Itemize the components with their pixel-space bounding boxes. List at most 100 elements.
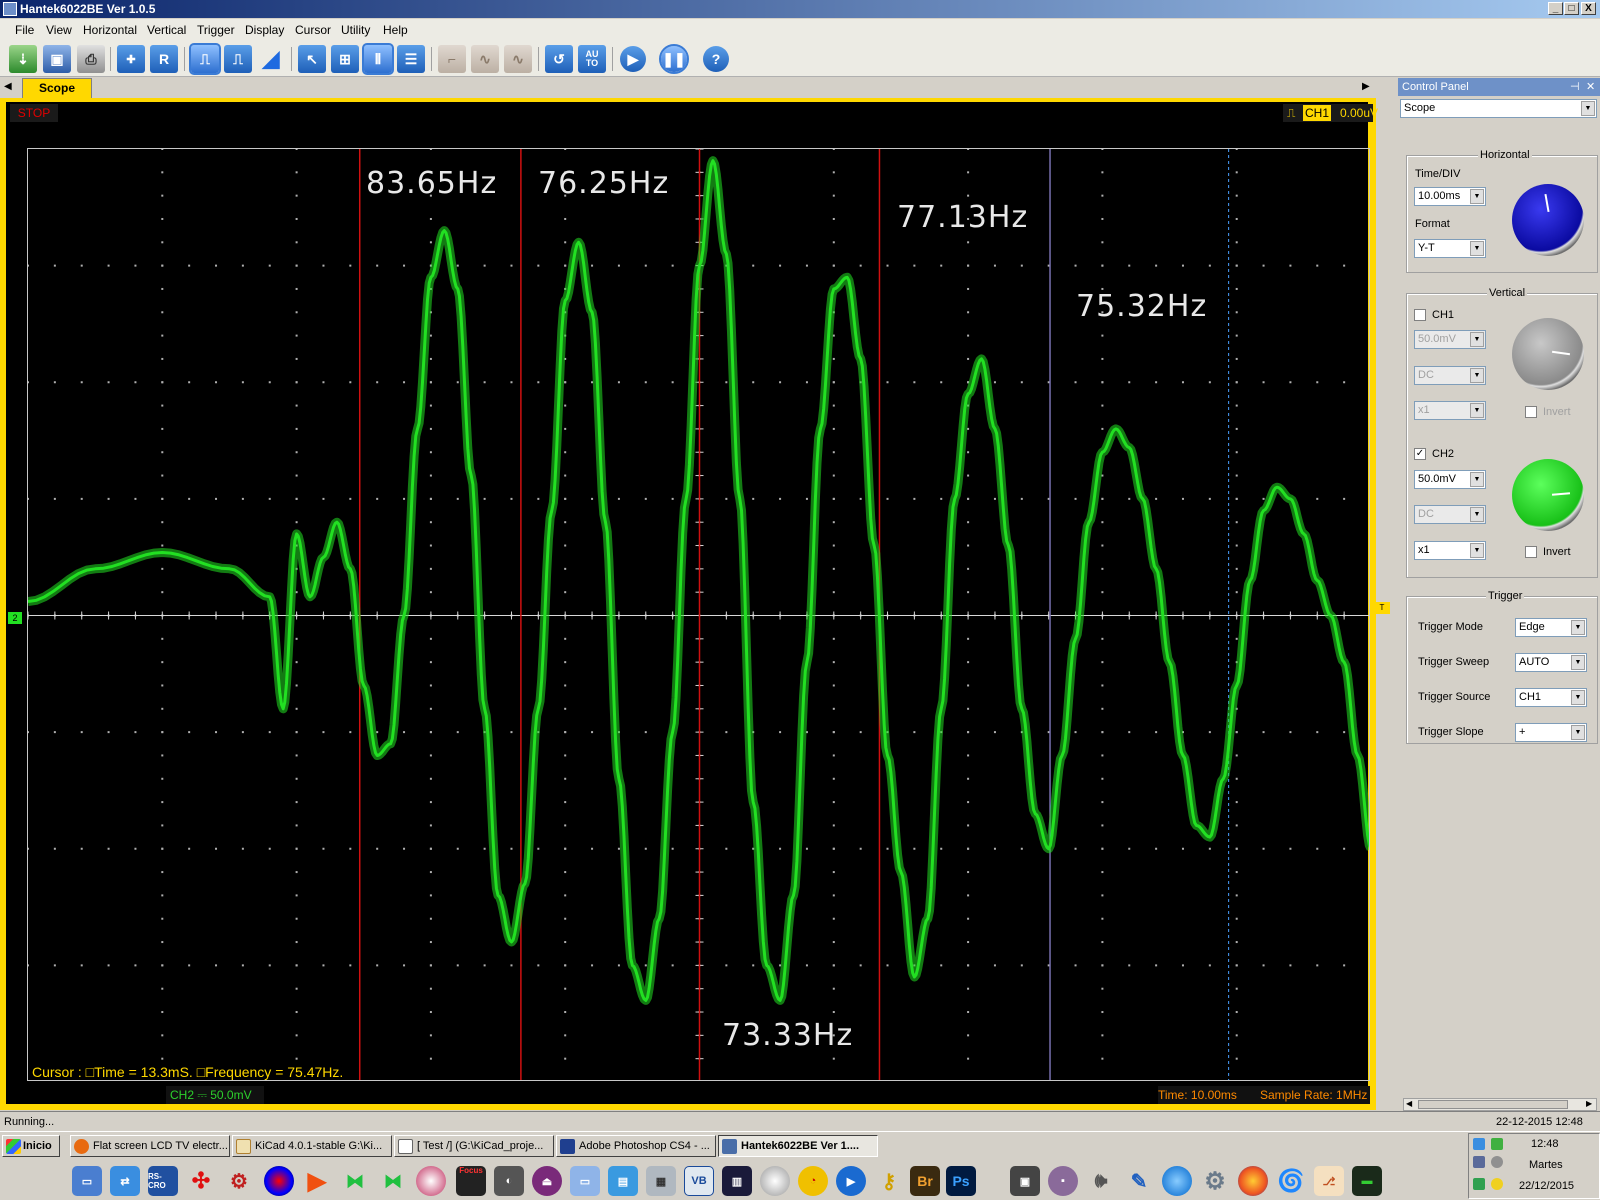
quicklaunch-globe-icon[interactable] (1162, 1166, 1192, 1196)
quicklaunch-gear-icon[interactable]: ⚙ (1200, 1166, 1230, 1196)
help-icon[interactable]: ? (703, 46, 729, 72)
quicklaunch-bowtie-icon[interactable]: ⧓ (340, 1166, 370, 1196)
quicklaunch-image-icon[interactable]: ◐ (494, 1166, 524, 1196)
pause-icon[interactable]: ❚❚ (659, 44, 689, 74)
cursor-horizontal-icon[interactable]: ☰ (397, 45, 425, 73)
trigger-sweep-select[interactable]: AUTO ▼ (1515, 653, 1587, 672)
import-icon[interactable]: ⇣ (9, 45, 37, 73)
quicklaunch-vb-icon[interactable]: VB (684, 1166, 714, 1196)
pin-icon[interactable]: ⊣ (1570, 78, 1580, 96)
scroll-thumb[interactable] (1418, 1100, 1568, 1109)
print-icon[interactable]: ⎙ (77, 45, 105, 73)
quicklaunch-sync-icon[interactable]: ⇄ (110, 1166, 140, 1196)
quicklaunch-keys-icon[interactable]: ⚷ (874, 1166, 904, 1196)
clock-time[interactable]: 12:48 (1531, 1138, 1559, 1150)
ch1-probe-select[interactable]: x1 ▼ (1414, 401, 1486, 420)
auto-icon[interactable]: AU TO (578, 45, 606, 73)
square-wave-icon[interactable]: ⎍ (189, 43, 221, 75)
task-hantek[interactable]: Hantek6022BE Ver 1.... (718, 1135, 878, 1157)
trigger-slope-select[interactable]: + ▼ (1515, 723, 1587, 742)
quicklaunch-document-icon[interactable]: ▤ (608, 1166, 638, 1196)
task-eeschema[interactable]: [ Test /] (G:\KiCad_proje... (394, 1135, 554, 1157)
tray-display-icon[interactable] (1473, 1156, 1485, 1168)
menu-file[interactable]: File (15, 23, 34, 37)
ch2-invert-checkbox[interactable] (1525, 546, 1537, 558)
cursor-select-icon[interactable]: ↖ (298, 45, 326, 73)
sine-small-icon[interactable]: ∿ (471, 45, 499, 73)
panel-close-icon[interactable]: ✕ (1586, 78, 1595, 96)
trigger-source-select[interactable]: CH1 ▼ (1515, 688, 1587, 707)
quicklaunch-lock-icon[interactable]: ⏏ (532, 1166, 562, 1196)
menu-display[interactable]: Display (245, 23, 284, 37)
quicklaunch-play-icon[interactable]: ▶ (302, 1166, 332, 1196)
ch2-checkbox[interactable]: ✓ (1414, 448, 1426, 460)
task-photoshop[interactable]: Adobe Photoshop CS4 - ... (556, 1135, 716, 1157)
quicklaunch-disc-icon[interactable] (416, 1166, 446, 1196)
quicklaunch-kicad-icon[interactable]: ⎇ (1314, 1166, 1344, 1196)
play-icon[interactable]: ▶ (620, 46, 646, 72)
tab-scroll-left-icon[interactable]: ◀ (4, 81, 12, 92)
menu-utility[interactable]: Utility (341, 23, 370, 37)
ch1-checkbox[interactable] (1414, 309, 1426, 321)
quicklaunch-focus-icon[interactable]: Focus (456, 1166, 486, 1196)
scroll-left-icon[interactable]: ◀ (1406, 1099, 1412, 1108)
scroll-right-icon[interactable]: ▶ (1586, 1099, 1592, 1108)
ch1-coupling-select[interactable]: DC ▼ (1414, 366, 1486, 385)
mode-select[interactable]: Scope ▼ (1400, 99, 1597, 118)
ch2-coupling-select[interactable]: DC ▼ (1414, 505, 1486, 524)
waveform-plot[interactable] (27, 148, 1370, 1081)
menu-vertical[interactable]: Vertical (147, 23, 186, 37)
tray-shield-icon[interactable] (1473, 1178, 1485, 1190)
cursor-cross-icon[interactable]: ⊞ (331, 45, 359, 73)
quicklaunch-media-icon[interactable]: ◔ (798, 1166, 828, 1196)
quicklaunch-cd-icon[interactable] (760, 1166, 790, 1196)
start-button[interactable]: Inicio (2, 1135, 60, 1157)
quicklaunch-chart-icon[interactable]: ▥ (722, 1166, 752, 1196)
step-icon[interactable]: ⌐ (438, 45, 466, 73)
timediv-select[interactable]: 10.00ms ▼ (1414, 187, 1486, 206)
auto-set-icon[interactable]: ✚ (117, 45, 145, 73)
quicklaunch-calculator-icon[interactable]: ▦ (646, 1166, 676, 1196)
quicklaunch-satellite-icon[interactable]: ⚙ (224, 1166, 254, 1196)
panel-scrollbar[interactable]: ◀ ▶ (1403, 1098, 1597, 1111)
quicklaunch-photoshop-icon[interactable]: Ps (946, 1166, 976, 1196)
timediv-knob[interactable] (1512, 184, 1584, 256)
menu-help[interactable]: Help (383, 23, 408, 37)
quicklaunch-swirl-icon[interactable]: 🌀 (1276, 1166, 1306, 1196)
tab-scroll-right-icon[interactable]: ▶ (1362, 81, 1370, 92)
reference-icon[interactable]: R (150, 45, 178, 73)
ch1-volts-select[interactable]: 50.0mV ▼ (1414, 330, 1486, 349)
maximize-button[interactable]: □ (1564, 2, 1579, 15)
pulse-wave-icon[interactable]: ⎍ (224, 45, 252, 73)
menu-trigger[interactable]: Trigger (197, 23, 235, 37)
minimize-button[interactable]: _ (1548, 2, 1563, 15)
quicklaunch-speaker-icon[interactable]: 🕪 (1086, 1166, 1116, 1196)
menu-view[interactable]: View (46, 23, 72, 37)
quicklaunch-firefox-icon[interactable] (1238, 1166, 1268, 1196)
quicklaunch-bridge-icon[interactable]: Br (910, 1166, 940, 1196)
quicklaunch-chip-icon[interactable]: ▪ (1048, 1166, 1078, 1196)
quicklaunch-computer-icon[interactable]: ▭ (72, 1166, 102, 1196)
sine-icon[interactable]: ∿ (504, 45, 532, 73)
tab-scope[interactable]: Scope (22, 78, 92, 98)
quicklaunch-rscro-icon[interactable]: RS-CRO (148, 1166, 178, 1196)
trigger-mode-select[interactable]: Edge ▼ (1515, 618, 1587, 637)
quicklaunch-color-icon[interactable] (264, 1166, 294, 1196)
quicklaunch-player-icon[interactable]: ▶ (836, 1166, 866, 1196)
tray-sync-icon[interactable] (1491, 1138, 1503, 1150)
tray-disk-icon[interactable] (1491, 1156, 1503, 1168)
menu-cursor[interactable]: Cursor (295, 23, 331, 37)
ch2-probe-select[interactable]: x1 ▼ (1414, 541, 1486, 560)
cursor-vertical-icon[interactable]: ⦀ (362, 43, 394, 75)
ch2-volts-select[interactable]: 50.0mV ▼ (1414, 470, 1486, 489)
ch2-ground-marker[interactable]: 2 (8, 612, 22, 624)
reset-icon[interactable]: ↺ (545, 45, 573, 73)
trigger-level-marker[interactable]: T (1374, 602, 1390, 614)
quicklaunch-monitor-icon[interactable]: ▬ (1352, 1166, 1382, 1196)
quicklaunch-network-icon[interactable]: ▭ (570, 1166, 600, 1196)
task-kicad[interactable]: KiCad 4.0.1-stable G:\Ki... (232, 1135, 392, 1157)
task-firefox[interactable]: Flat screen LCD TV electr... (70, 1135, 230, 1157)
save-icon[interactable]: ▣ (43, 45, 71, 73)
close-button[interactable]: X (1581, 2, 1596, 15)
quicklaunch-pen-icon[interactable]: ✎ (1124, 1166, 1154, 1196)
